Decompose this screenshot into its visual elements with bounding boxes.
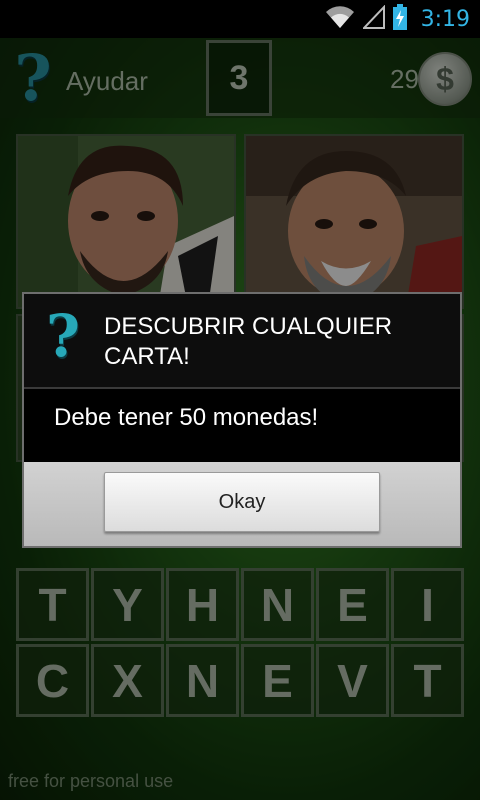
- dialog-button-bar: Okay: [24, 462, 460, 546]
- dialog-title: DESCUBRIR CUALQUIER CARTA!: [104, 313, 393, 370]
- dialog-message: Debe tener 50 monedas!: [54, 404, 319, 431]
- dialog-divider: [24, 387, 460, 389]
- question-icon: ?: [46, 302, 80, 370]
- wifi-icon: [325, 5, 355, 34]
- signal-icon: [361, 4, 385, 34]
- battery-charging-icon: [392, 3, 407, 35]
- status-bar: 3:19: [0, 0, 480, 38]
- alert-dialog: ? DESCUBRIR CUALQUIER CARTA! Debe tener …: [22, 292, 462, 548]
- okay-button[interactable]: Okay: [104, 472, 380, 532]
- status-time: 3:19: [420, 6, 470, 32]
- dialog-header: ? DESCUBRIR CUALQUIER CARTA!: [24, 294, 460, 389]
